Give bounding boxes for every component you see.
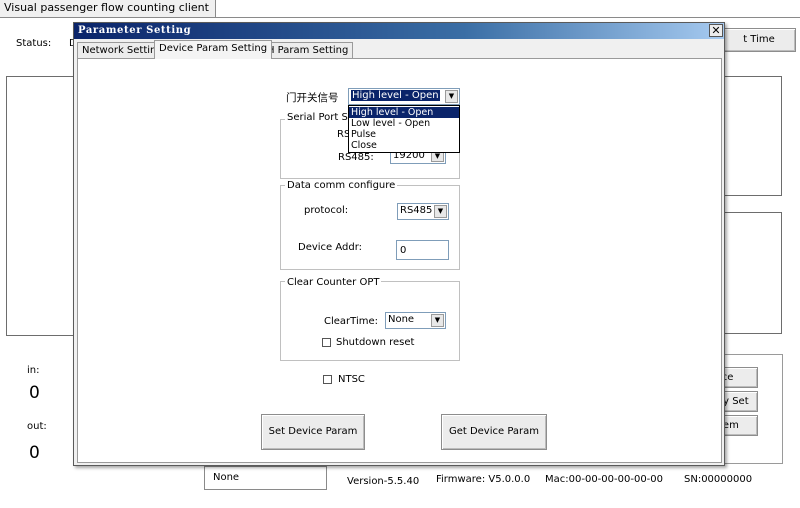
- clear-counter-group-title: Clear Counter OPT: [285, 277, 382, 288]
- status-label: Status:: [16, 38, 52, 49]
- door-signal-dropdown-list: High level - Open Low level - Open Pulse…: [348, 105, 460, 153]
- video-panel-left: [6, 76, 76, 336]
- firmware-text: Firmware: V5.0.0.0: [436, 474, 531, 485]
- tab-device-param-setting[interactable]: Device Param Setting: [154, 40, 273, 59]
- dropdown-option[interactable]: Pulse: [349, 129, 459, 140]
- shutdown-reset-label: Shutdown reset: [336, 337, 415, 348]
- shutdown-reset-checkbox[interactable]: [322, 338, 331, 347]
- protocol-select[interactable]: RS485 ▼: [397, 203, 449, 220]
- protocol-label: protocol:: [304, 205, 349, 216]
- out-label: out:: [27, 421, 47, 432]
- dropdown-option[interactable]: High level - Open: [349, 107, 459, 118]
- rs485-label: RS485:: [338, 152, 374, 163]
- ntsc-checkbox[interactable]: [323, 375, 332, 384]
- door-signal-value: High level - Open: [351, 90, 440, 101]
- close-icon[interactable]: ✕: [709, 24, 723, 37]
- set-device-param-button[interactable]: Set Device Param: [261, 414, 365, 450]
- in-count: 0: [29, 383, 40, 403]
- door-signal-label: 门开关信号: [286, 92, 339, 104]
- dropdown-option[interactable]: Close: [349, 140, 459, 151]
- main-window-tab[interactable]: Visual passenger flow counting client: [0, 0, 216, 18]
- clear-time-select[interactable]: None ▼: [385, 312, 446, 329]
- chevron-down-icon[interactable]: ▼: [445, 90, 458, 103]
- dropdown-option[interactable]: Low level - Open: [349, 118, 459, 129]
- ntsc-label: NTSC: [338, 374, 365, 385]
- data-comm-group-title: Data comm configure: [285, 180, 398, 191]
- in-label: in:: [27, 365, 40, 376]
- get-device-param-button[interactable]: Get Device Param: [441, 414, 547, 450]
- clear-time-label: ClearTime:: [324, 316, 378, 327]
- video-panel-right-bottom: [724, 212, 782, 334]
- device-addr-label: Device Addr:: [298, 242, 363, 253]
- video-panel-right-top: [724, 76, 782, 196]
- chevron-down-icon[interactable]: ▼: [434, 205, 447, 218]
- main-tab-divider: [0, 17, 800, 18]
- set-time-button[interactable]: t Time: [722, 28, 796, 52]
- bottom-info-field: None: [204, 466, 327, 490]
- out-count: 0: [29, 443, 40, 463]
- protocol-value: RS485: [400, 205, 433, 216]
- dialog-titlebar[interactable]: Parameter Setting ✕: [74, 23, 724, 39]
- device-addr-value: 0: [400, 245, 407, 256]
- door-signal-select[interactable]: High level - Open ▼: [348, 88, 460, 105]
- chevron-down-icon[interactable]: ▼: [431, 314, 444, 327]
- mac-text: Mac:00-00-00-00-00-00: [545, 474, 664, 485]
- version-text: Version-5.5.40: [347, 476, 420, 487]
- dialog-title: Parameter Setting: [78, 25, 192, 36]
- clear-time-value: None: [388, 314, 415, 325]
- parameter-setting-dialog: Parameter Setting ✕ Network Setting Devi…: [73, 22, 725, 466]
- sn-text: SN:00000000: [684, 474, 753, 485]
- device-addr-input[interactable]: 0: [396, 240, 449, 260]
